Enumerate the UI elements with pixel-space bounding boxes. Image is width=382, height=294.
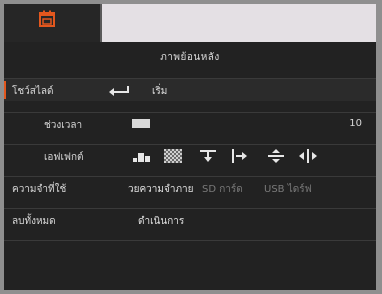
row-memory[interactable]: ความจำที่ใช้ วยความจำภาย SD การ์ด USB ได…: [4, 176, 376, 199]
enter-icon: [109, 86, 129, 96]
delete-all-execute-button[interactable]: ดำเนินการ: [138, 214, 184, 229]
top-bar: [4, 4, 376, 42]
calendar-icon: [39, 10, 55, 27]
memory-option-internal[interactable]: วยความจำภาย: [128, 182, 194, 197]
interval-value: 10: [349, 118, 362, 129]
memory-label: ความจำที่ใช้: [12, 184, 67, 195]
memory-option-usb[interactable]: USB ไดร์ฟ: [264, 182, 312, 197]
delete-all-label: ลบทั้งหมด: [12, 216, 56, 227]
effect-split-vertical-icon[interactable]: [266, 149, 286, 163]
row-interval[interactable]: ช่วงเวลา 10: [4, 112, 376, 135]
slideshow-label: โชว์สไลด์: [12, 86, 54, 97]
row-effect[interactable]: เอฟเฟกต์: [4, 144, 376, 167]
page-title: ภาพย้อนหลัง: [160, 52, 220, 63]
effect-dissolve-icon[interactable]: [164, 149, 182, 163]
selection-marker: [4, 81, 6, 99]
interval-label: ช่วงเวลา: [44, 120, 83, 131]
preview-area: [100, 4, 376, 42]
effect-split-horizontal-icon[interactable]: [298, 149, 318, 163]
settings-panel: ภาพย้อนหลัง โชว์สไลด์ เริ่ม ช่วงเวลา 10 …: [4, 4, 376, 290]
row-delete-all[interactable]: ลบทั้งหมด ดำเนินการ: [4, 208, 376, 231]
effect-wipe-down-icon[interactable]: [198, 149, 218, 163]
interval-slider[interactable]: [132, 119, 150, 128]
row-slideshow[interactable]: โชว์สไลด์ เริ่ม: [4, 78, 376, 101]
empty-row: [4, 240, 376, 290]
effect-wipe-right-icon[interactable]: [230, 149, 250, 163]
effect-bars-icon[interactable]: [132, 149, 152, 163]
screen-frame: ภาพย้อนหลัง โชว์สไลด์ เริ่ม ช่วงเวลา 10 …: [0, 0, 382, 294]
slideshow-start-button[interactable]: เริ่ม: [152, 84, 167, 99]
tab-playback[interactable]: [4, 4, 100, 42]
memory-option-sd[interactable]: SD การ์ด: [202, 182, 243, 197]
effect-label: เอฟเฟกต์: [44, 152, 84, 163]
